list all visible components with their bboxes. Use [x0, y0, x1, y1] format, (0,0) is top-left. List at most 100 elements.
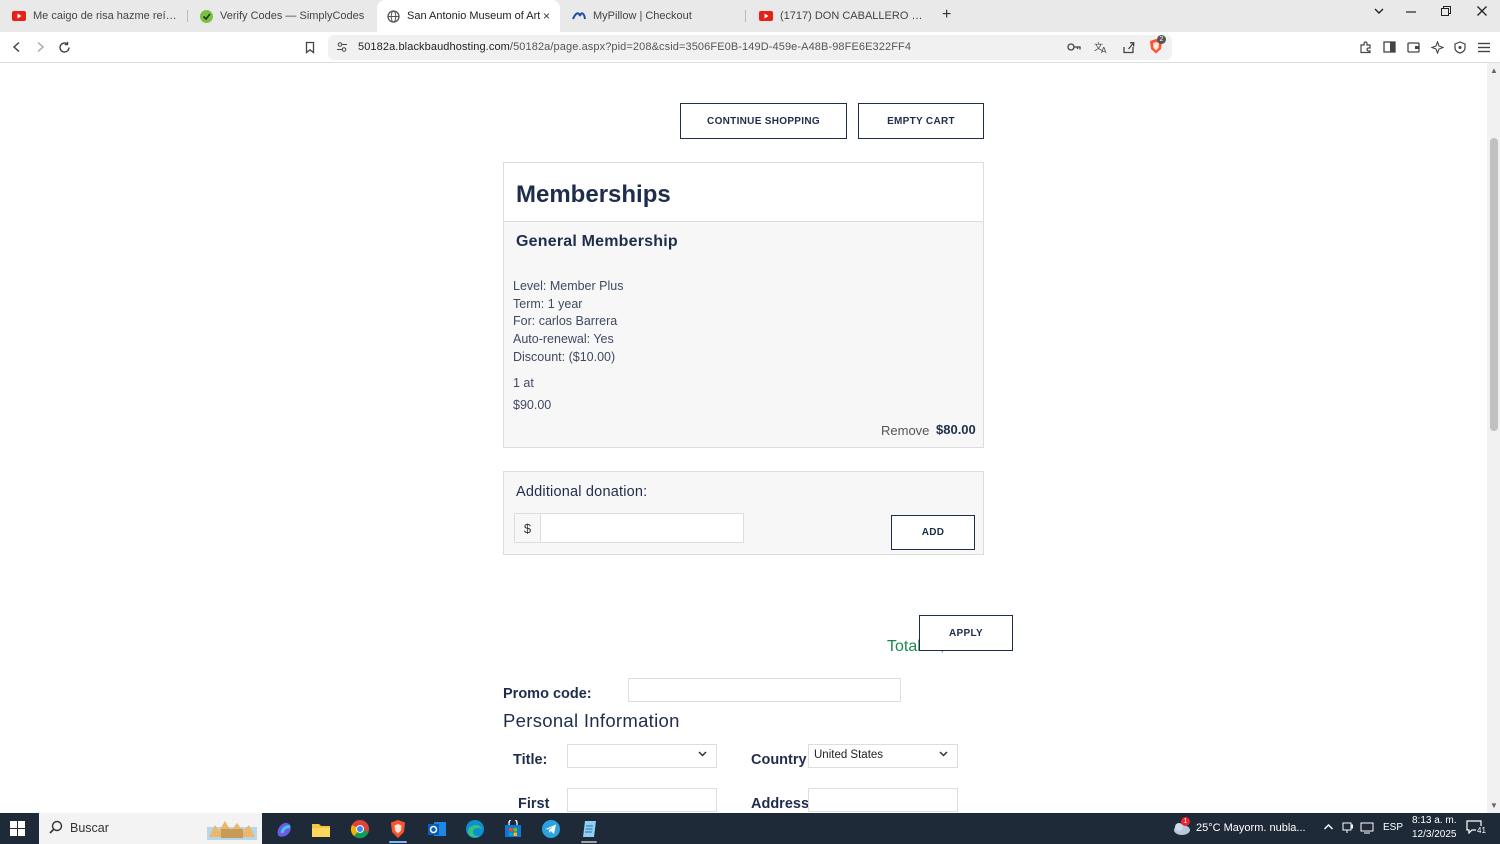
weather-cloud-icon[interactable]: 1	[1170, 817, 1192, 842]
password-key-icon[interactable]	[1066, 39, 1082, 55]
vpn-shield-icon[interactable]	[1452, 39, 1468, 55]
memberships-title: Memberships	[516, 181, 671, 208]
reload-icon[interactable]	[56, 39, 72, 55]
brave-shield-count: 2	[1157, 35, 1166, 44]
telegram-icon[interactable]	[540, 818, 562, 840]
chrome-icon[interactable]	[349, 818, 371, 840]
new-tab-button[interactable]: +	[942, 6, 951, 24]
youtube-icon	[759, 9, 773, 23]
windows-taskbar: Buscar 1 25°C Mayorm. nubla... ESP 8:13 …	[0, 813, 1500, 844]
bookmark-icon[interactable]	[302, 39, 318, 55]
mypillow-icon	[572, 9, 586, 23]
search-label: Buscar	[70, 821, 109, 835]
network-icon[interactable]	[1360, 821, 1374, 837]
weather-text[interactable]: 25°C Mayorm. nubla...	[1196, 822, 1306, 834]
chevron-down-icon	[938, 748, 949, 762]
tab-mypillow[interactable]: MyPillow | Checkout	[572, 0, 738, 32]
extensions-icon[interactable]	[1357, 39, 1373, 55]
donation-amount-input[interactable]	[541, 514, 743, 542]
minimize-icon[interactable]	[1405, 5, 1417, 20]
apply-promo-button[interactable]: APPLY	[919, 615, 1013, 651]
tab-strip: Me caigo de risa hazme reír - YouTube Ve…	[0, 0, 1500, 32]
promo-code-label: Promo code:	[503, 686, 592, 702]
leo-ai-icon[interactable]	[1429, 39, 1445, 55]
address-bar[interactable]: 50182a.blackbaudhosting.com/50182a/page.…	[328, 35, 1172, 60]
page-scrollbar[interactable]: ▲ ▼	[1487, 63, 1500, 813]
memberships-card: Memberships General Membership Level: Me…	[503, 162, 984, 448]
title-select[interactable]	[567, 744, 717, 768]
microsoft-store-icon[interactable]	[502, 818, 524, 840]
sidebar-icon[interactable]	[1381, 39, 1397, 55]
browser-toolbar: 50182a.blackbaudhosting.com/50182a/page.…	[0, 32, 1500, 63]
membership-detail-for: For: carlos Barrera	[513, 314, 618, 328]
running-app-indicator	[581, 841, 597, 843]
donation-card: Additional donation: $ ADD	[503, 471, 984, 555]
first-name-input[interactable]	[567, 788, 717, 812]
restore-icon[interactable]	[1440, 5, 1452, 20]
tab-separator	[187, 10, 188, 22]
membership-detail-auto-renewal: Auto-renewal: Yes	[513, 332, 614, 346]
translate-icon[interactable]: 文A	[1093, 39, 1109, 55]
tab-san-antonio-museum[interactable]: San Antonio Museum of Art ×	[377, 0, 560, 32]
close-tab-icon[interactable]: ×	[543, 9, 550, 23]
windows-start-icon[interactable]	[10, 821, 25, 836]
meet-now-icon[interactable]	[1342, 821, 1354, 837]
scroll-down-arrow-icon[interactable]: ▼	[1490, 801, 1498, 810]
memberships-header: Memberships	[504, 163, 983, 222]
empty-cart-button[interactable]: EMPTY CART	[858, 103, 984, 139]
membership-detail-term: Term: 1 year	[513, 297, 583, 311]
clock-date[interactable]: 12/3/2025	[1412, 829, 1457, 840]
notifications-icon[interactable]: 41	[1466, 820, 1487, 837]
menu-icon[interactable]	[1476, 39, 1492, 55]
scroll-up-arrow-icon[interactable]: ▲	[1490, 66, 1498, 75]
country-select-value: United States	[814, 749, 884, 761]
continue-shopping-button[interactable]: CONTINUE SHOPPING	[680, 103, 847, 139]
personal-info-title: Personal Information	[503, 710, 680, 731]
url-path: /50182a/page.aspx?pid=208&csid=3506FE0B-…	[509, 41, 912, 53]
brave-shield-icon[interactable]: 2	[1148, 35, 1166, 54]
membership-detail-discount: Discount: ($10.00)	[513, 350, 616, 364]
first-name-label: First	[518, 796, 550, 812]
currency-addon: $	[515, 514, 541, 542]
back-icon[interactable]	[9, 39, 25, 55]
wallet-icon[interactable]	[1405, 39, 1421, 55]
copilot-icon[interactable]	[273, 818, 295, 840]
clock-time[interactable]: 8:13 a. m.	[1412, 815, 1456, 826]
weather-alert-badge: 1	[1181, 817, 1190, 826]
membership-detail-level: Level: Member Plus	[513, 279, 624, 293]
notepad-icon[interactable]	[579, 818, 601, 840]
country-label-text: Country	[751, 752, 807, 768]
title-field-label: Title:	[513, 752, 548, 768]
tab-search-chevron-icon[interactable]	[1373, 5, 1385, 20]
tab-youtube-1[interactable]: Me caigo de risa hazme reír - YouTube	[12, 0, 180, 32]
membership-item-title: General Membership	[516, 233, 678, 250]
tab-separator	[745, 10, 746, 22]
tab-youtube-2[interactable]: (1717) DON CABALLERO SU ESPOSA	[759, 0, 926, 32]
chevron-down-icon	[697, 748, 708, 762]
address-label-text: Address	[751, 796, 810, 812]
file-explorer-icon[interactable]	[310, 818, 332, 840]
web-page: CONTINUE SHOPPING EMPTY CART Memberships…	[0, 63, 1487, 813]
promo-code-input[interactable]	[628, 678, 901, 702]
close-window-icon[interactable]	[1476, 5, 1488, 20]
remove-link[interactable]: Remove	[881, 423, 929, 438]
country-select[interactable]: United States	[808, 744, 958, 768]
quantity-text: 1 at	[513, 376, 534, 390]
edge-icon[interactable]	[464, 818, 486, 840]
add-donation-button[interactable]: ADD	[891, 515, 975, 550]
search-highlight-illustration-icon	[205, 815, 259, 844]
forward-icon[interactable]	[32, 39, 48, 55]
taskbar-search[interactable]: Buscar	[39, 813, 262, 844]
tab-simplycodes[interactable]: Verify Codes — SimplyCodes	[199, 0, 369, 32]
active-app-indicator	[389, 841, 407, 843]
address-input[interactable]	[808, 788, 958, 812]
donation-input-group: $	[514, 513, 744, 543]
url-text: 50182a.blackbaudhosting.com/50182a/page.…	[358, 41, 911, 53]
share-icon[interactable]	[1120, 39, 1136, 55]
outlook-icon[interactable]	[426, 818, 448, 840]
site-info-icon[interactable]	[334, 39, 350, 55]
tray-chevron-up-icon[interactable]	[1323, 820, 1334, 835]
scroll-thumb[interactable]	[1490, 138, 1498, 431]
language-indicator[interactable]: ESP	[1383, 822, 1403, 833]
brave-taskbar-icon[interactable]	[387, 818, 409, 840]
